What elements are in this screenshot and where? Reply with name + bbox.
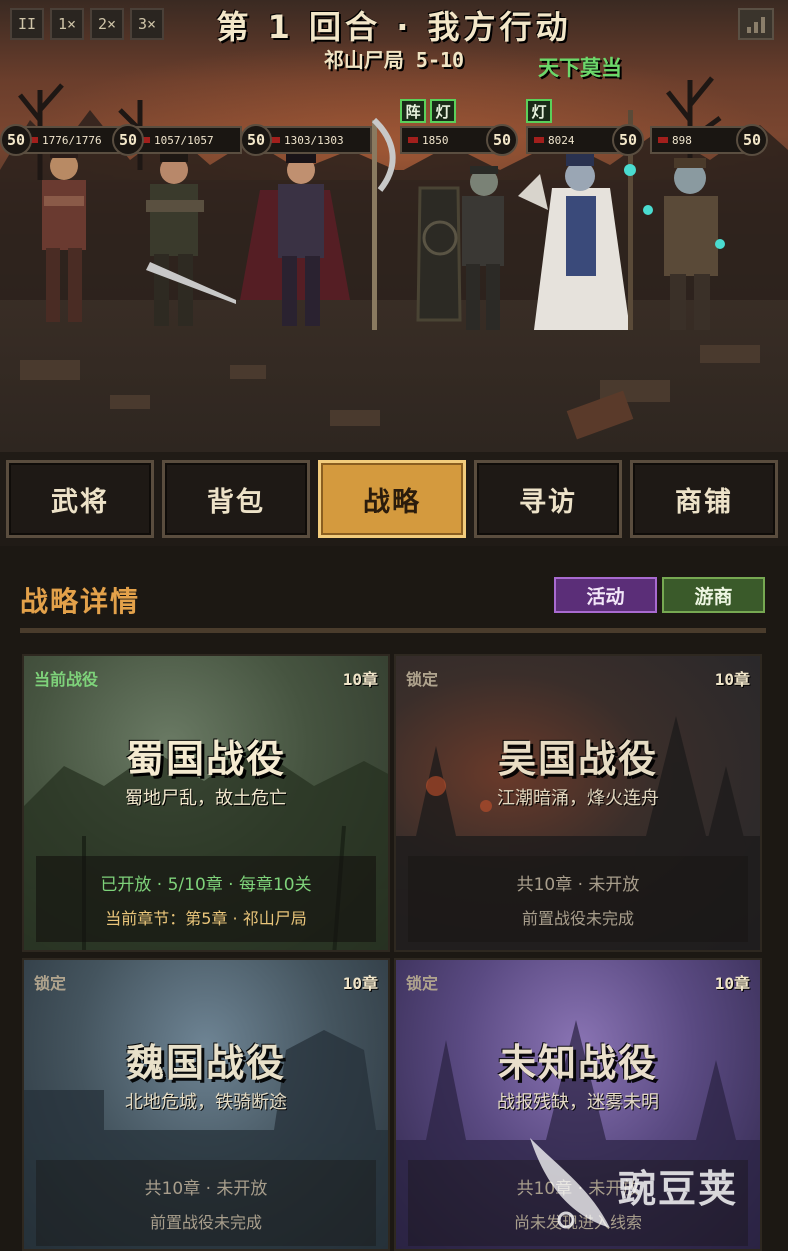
campaign-status: 锁定 <box>406 670 439 689</box>
lantern-status-tag: 灯 <box>526 99 552 123</box>
level-badge: 50 <box>486 124 518 156</box>
stats-chart-icon[interactable] <box>738 8 774 40</box>
panel-title: 战略详情 <box>20 585 141 618</box>
tab-backpack[interactable]: 背包 <box>162 460 310 538</box>
enemy-hp-bar: 8024 <box>526 126 622 154</box>
campaign-subtitle: 战报残缺，迷雾未明 <box>497 1092 659 1113</box>
divider <box>20 628 766 633</box>
campaign-subtitle: 北地危城，铁骑断途 <box>125 1092 287 1113</box>
campaign-progress: 已开放 · 5/10章 · 每章10关 <box>100 875 312 895</box>
level-badge: 50 <box>112 124 144 156</box>
main-tab-bar: 武将 背包 战略 寻访 商铺 <box>0 452 788 546</box>
merchant-button[interactable]: 游商 <box>662 577 765 613</box>
watermark-logo-icon <box>530 1138 610 1229</box>
battle-tag: 天下莫当 <box>538 56 622 80</box>
ally-hp-bar: 1303/1303 <box>262 126 372 154</box>
tab-generals[interactable]: 武将 <box>6 460 154 538</box>
watermark: 豌豆荚 <box>520 1138 760 1238</box>
tab-strategy[interactable]: 战略 <box>318 460 466 538</box>
campaign-card-wu[interactable]: 锁定 10章 吴国战役 江潮暗涌，烽火连舟 共10章 · 未开放 前置战役未完成 <box>394 654 762 952</box>
chapter-count: 10章 <box>714 670 750 689</box>
hp-text: 898 <box>672 133 692 147</box>
campaign-info-box: 已开放 · 5/10章 · 每章10关 当前章节：第5章 · 祁山尸局 <box>36 856 376 942</box>
enemy-hp-bar: 1850 <box>400 126 500 154</box>
lantern-status-tag: 灯 <box>430 99 456 123</box>
level-badge: 50 <box>736 124 768 156</box>
level-badge: 50 <box>612 124 644 156</box>
tab-recruit[interactable]: 寻访 <box>474 460 622 538</box>
campaign-subtitle: 江潮暗涌，烽火连舟 <box>497 788 659 809</box>
hp-text: 1850 <box>422 133 449 147</box>
campaign-lock-reason: 前置战役未完成 <box>521 909 634 928</box>
campaign-info-box: 共10章 · 未开放 前置战役未完成 <box>408 856 748 942</box>
campaign-subtitle: 蜀地尸乱，故土危亡 <box>125 788 287 809</box>
campaign-status: 锁定 <box>406 974 439 993</box>
campaign-title: 未知战役 <box>497 1041 658 1085</box>
hp-text: 1303/1303 <box>284 133 344 147</box>
campaign-status: 锁定 <box>34 974 67 993</box>
enemy-hp-bar: 898 <box>650 126 746 154</box>
campaign-title: 蜀国战役 <box>125 737 286 781</box>
ally-hp-bar: 1776/1776 <box>20 126 120 154</box>
current-chapter: 当前章节：第5章 · 祁山尸局 <box>105 909 307 928</box>
level-badge: 50 <box>240 124 272 156</box>
stage-label: 祁山尸局 5-10 <box>323 48 465 72</box>
battle-scene: II 1× 2× 3× 第 1 回合 · 我方行动 祁山尸局 5-10 天下莫当… <box>0 0 788 452</box>
campaign-progress: 共10章 · 未开放 <box>144 1179 268 1199</box>
chapter-count: 10章 <box>342 670 378 689</box>
watermark-text: 豌豆荚 <box>618 1167 739 1211</box>
campaign-info-box: 共10章 · 未开放 前置战役未完成 <box>36 1160 376 1246</box>
level-badge: 50 <box>0 124 32 156</box>
campaign-progress: 共10章 · 未开放 <box>516 875 640 895</box>
hp-text: 8024 <box>548 133 575 147</box>
tab-shop[interactable]: 商铺 <box>630 460 778 538</box>
campaign-title: 魏国战役 <box>125 1041 286 1085</box>
hp-text: 1776/1776 <box>42 133 102 147</box>
campaign-card-wei[interactable]: 锁定 10章 魏国战役 北地危城，铁骑断途 共10章 · 未开放 前置战役未完成 <box>22 958 390 1251</box>
formation-status-tag: 阵 <box>400 99 426 123</box>
ally-hp-bar: 1057/1057 <box>132 126 242 154</box>
campaign-status: 当前战役 <box>34 670 99 689</box>
chapter-count: 10章 <box>714 974 750 993</box>
chapter-count: 10章 <box>342 974 378 993</box>
campaign-card-shu[interactable]: 当前战役 10章 蜀国战役 蜀地尸乱，故土危亡 已开放 · 5/10章 · 每章… <box>22 654 390 952</box>
round-title: 第 1 回合 · 我方行动 <box>216 8 572 46</box>
campaign-title: 吴国战役 <box>497 737 658 781</box>
campaign-lock-reason: 前置战役未完成 <box>149 1213 262 1232</box>
event-button[interactable]: 活动 <box>554 577 657 613</box>
hp-text: 1057/1057 <box>154 133 214 147</box>
